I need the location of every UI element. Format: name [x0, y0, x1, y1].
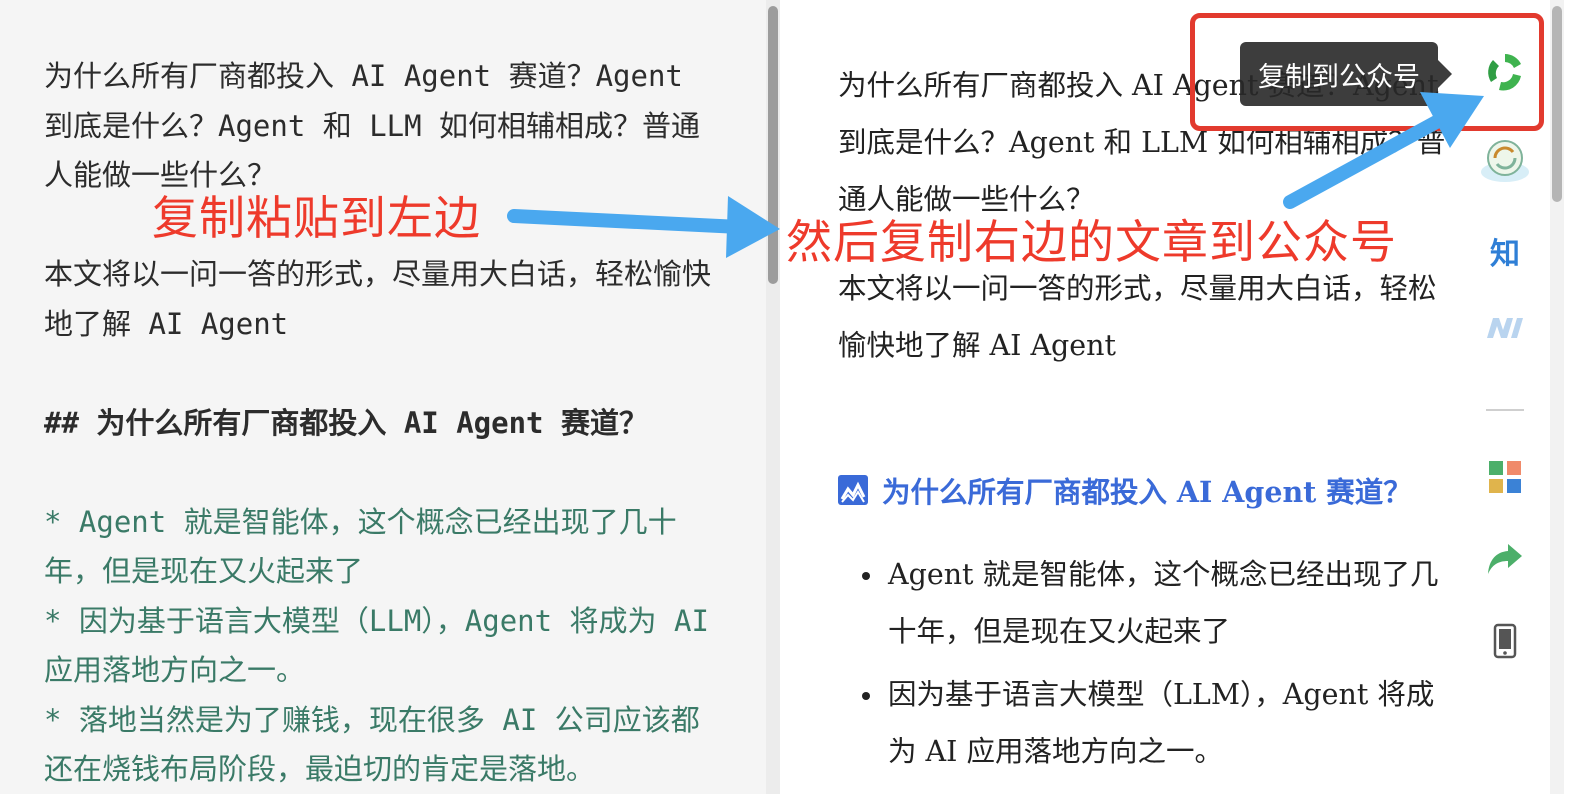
annotation-paste-left: 复制粘贴到左边 — [152, 191, 481, 245]
arrow-left-to-right — [507, 196, 780, 258]
annotation-copy-right: 然后复制右边的文章到公众号 — [786, 215, 1397, 269]
arrow-to-copy-button — [1283, 92, 1484, 209]
annotation-arrows — [507, 92, 1484, 258]
app-root: 为什么所有厂商都投入 AI Agent 赛道？Agent 到底是什么？Agent… — [0, 0, 1588, 794]
